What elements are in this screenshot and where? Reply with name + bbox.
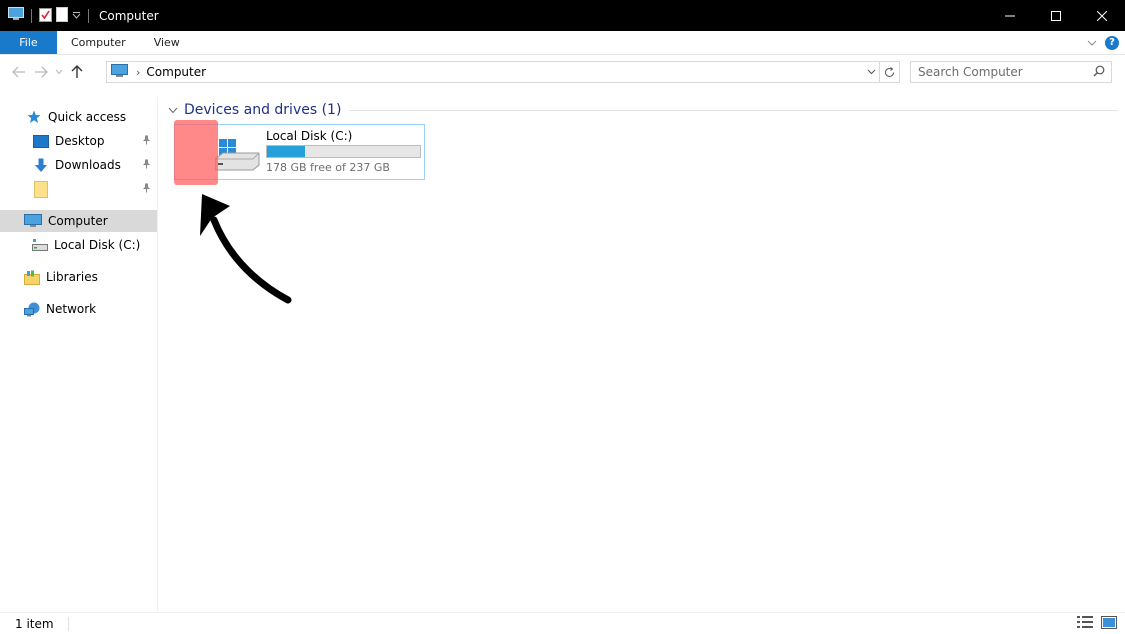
refresh-button[interactable] [880,61,900,83]
forward-button[interactable] [30,61,52,83]
details-view-icon[interactable] [1077,615,1093,632]
view-switcher [1077,615,1125,632]
minimize-icon [1005,15,1015,16]
navigation-pane: Quick access Desktop Downloads Computer … [0,98,158,612]
close-icon [1097,10,1107,21]
large-icons-view-icon[interactable] [1101,615,1117,632]
sidebar-item-computer[interactable]: Computer [0,210,157,232]
expand-ribbon-chevron-icon[interactable] [1087,36,1097,50]
status-bar: 1 item [0,612,1125,634]
minimize-button[interactable] [987,0,1033,31]
status-separator [67,616,69,631]
sidebar-item-label: Network [46,302,97,316]
sidebar-item-label: Local Disk (C:) [54,238,141,252]
computer-icon [24,213,42,229]
navigation-bar: › Computer [0,58,1125,86]
network-icon [24,301,40,317]
item-count: 1 item [15,616,54,631]
sidebar-item-downloads[interactable]: Downloads [0,154,157,176]
chevron-down-icon [55,69,63,75]
content-pane: Devices and drives (1) Local Disk (C:) 1… [160,98,1125,612]
breadcrumb-computer[interactable]: Computer [146,65,206,79]
title-bar: Computer [0,0,1125,31]
refresh-icon [885,66,894,77]
recent-locations-button[interactable] [52,61,66,83]
quick-access-toolbar: Computer [0,0,159,31]
libraries-icon [24,269,40,285]
forward-arrow-icon [35,66,48,78]
sidebar-item-label: Libraries [46,270,98,284]
computer-app-icon [8,7,24,24]
sidebar-item-desktop[interactable]: Desktop [0,130,157,152]
drive-usage-bar [266,145,421,158]
sidebar-item-label: Quick access [48,110,127,124]
tab-file[interactable]: File [0,31,57,54]
toolbar-separator [88,8,89,23]
sidebar-item-network[interactable]: Network [0,298,157,320]
address-history-chevron-icon[interactable] [863,69,879,75]
drive-usage-fill [267,146,306,157]
toolbar-separator [31,8,32,23]
address-bar[interactable]: › Computer [106,61,880,83]
search-box [910,61,1112,83]
properties-icon[interactable] [39,7,52,25]
window-controls [987,0,1125,31]
group-title: Devices and drives (1) [184,102,342,118]
back-button[interactable] [8,61,30,83]
sidebar-item-local-disk[interactable]: Local Disk (C:) [0,234,157,256]
tab-view[interactable]: View [140,31,194,54]
folder-icon [33,180,49,198]
chevron-down-icon[interactable] [168,107,178,114]
up-arrow-icon [71,65,83,78]
back-arrow-icon [12,66,25,78]
maximize-icon [1051,10,1061,21]
ribbon-tabs: File Computer View ? [0,31,1125,55]
search-icon[interactable] [1093,65,1105,80]
breadcrumb-chevron-icon[interactable]: › [136,66,140,79]
download-arrow-icon [33,157,49,173]
drive-free-space: 178 GB free of 237 GB [266,161,390,174]
pin-icon[interactable] [142,182,151,196]
drive-icon [32,237,48,253]
sidebar-item-libraries[interactable]: Libraries [0,266,157,288]
desktop-icon [33,133,49,149]
pin-icon[interactable] [142,134,151,148]
search-input[interactable] [918,65,1088,79]
group-header-devices[interactable]: Devices and drives (1) [168,100,1118,120]
sidebar-item-label: Downloads [55,158,121,172]
pin-icon[interactable] [142,158,151,172]
drive-name: Local Disk (C:) [266,129,353,143]
sidebar-item-label: Computer [48,214,108,228]
sidebar-item-quick-access[interactable]: Quick access [0,106,157,128]
ribbon-right-controls: ? [1087,31,1125,54]
new-folder-icon[interactable] [56,6,68,25]
group-divider [349,109,1118,111]
window-title: Computer [99,8,159,23]
help-icon[interactable]: ? [1105,35,1119,50]
hard-drive-icon [214,137,261,174]
customize-toolbar-chevron-icon[interactable] [72,9,81,23]
close-button[interactable] [1079,0,1125,31]
maximize-button[interactable] [1033,0,1079,31]
sidebar-item-folder[interactable] [0,178,157,200]
sidebar-item-label: Desktop [55,134,105,148]
highlight-annotation [174,120,218,185]
up-button[interactable] [66,61,88,83]
star-icon [26,109,42,125]
arrow-annotation-icon [200,194,292,304]
tab-computer[interactable]: Computer [57,31,140,54]
computer-icon [111,63,128,81]
